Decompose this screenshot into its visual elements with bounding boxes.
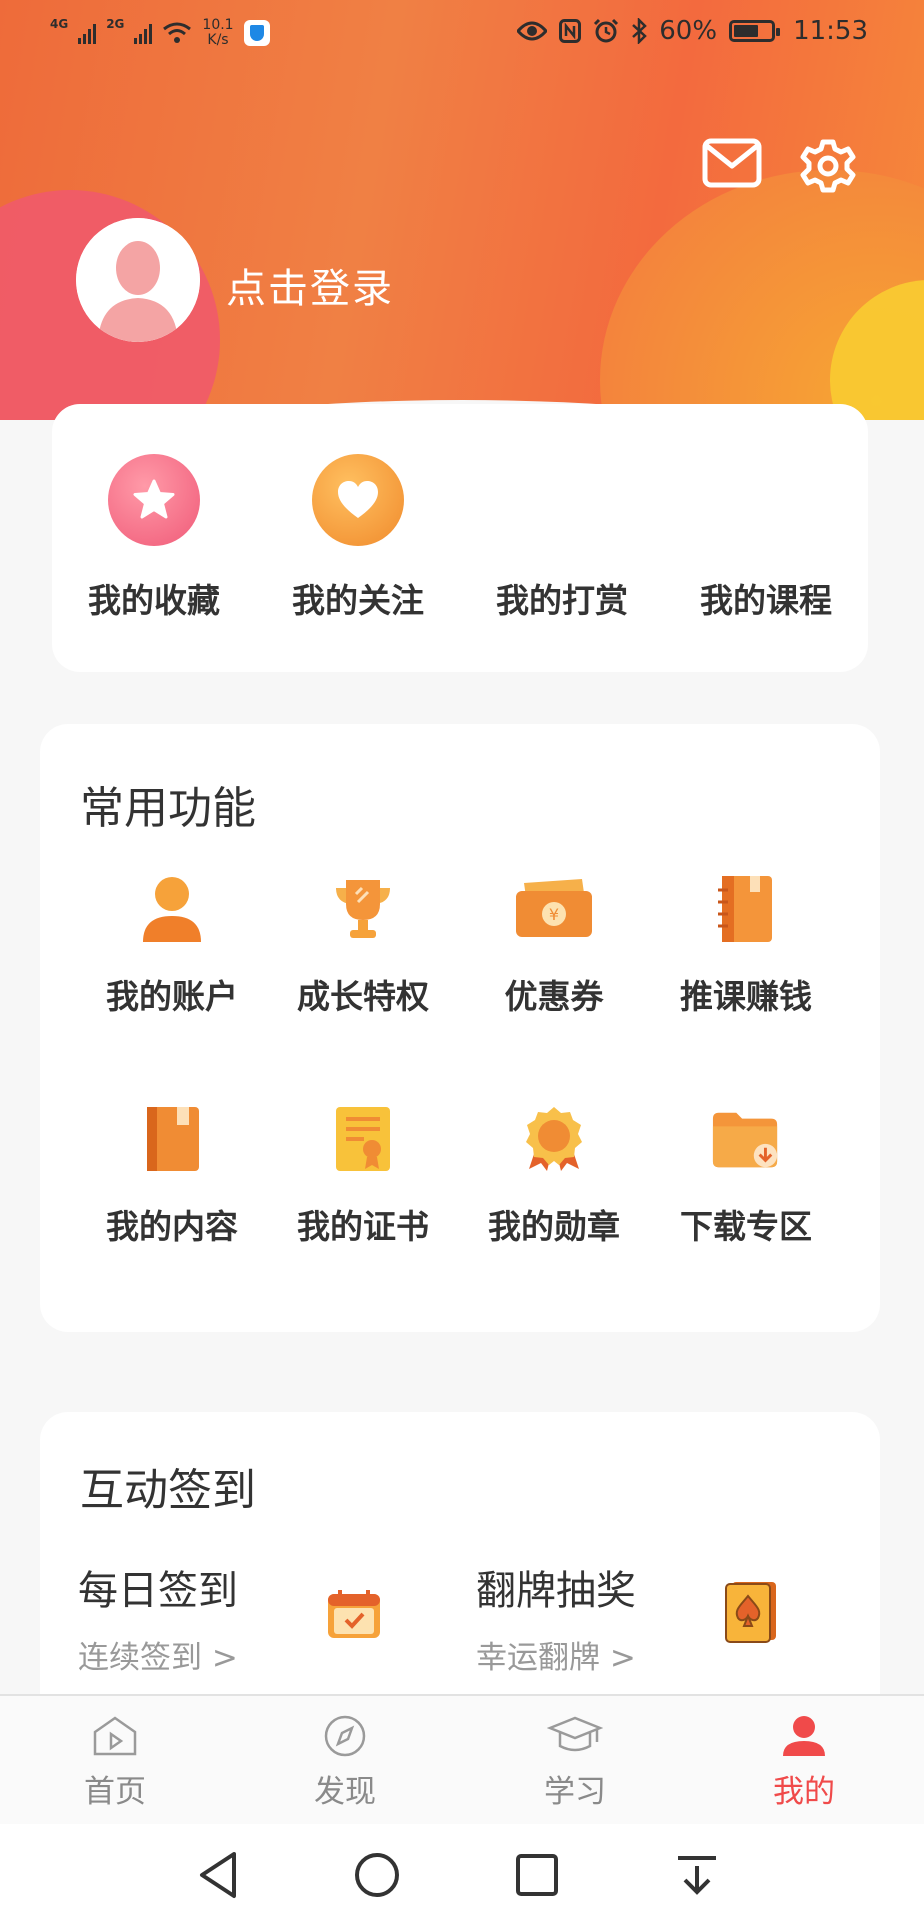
avatar[interactable] bbox=[76, 218, 200, 342]
signal-icon bbox=[78, 22, 97, 44]
network-type-1: 4G bbox=[50, 17, 69, 31]
nav-label: 首页 bbox=[84, 1774, 146, 1810]
section-title: 互动签到 bbox=[80, 1465, 256, 1516]
func-label: 优惠券 bbox=[504, 977, 604, 1016]
download-folder-icon bbox=[711, 1104, 781, 1174]
notification-pull-icon[interactable] bbox=[672, 1850, 722, 1900]
nav-home[interactable]: 首页 bbox=[55, 1714, 175, 1811]
medal-icon bbox=[519, 1104, 589, 1174]
func-promote-earn[interactable]: 推课赚钱 bbox=[651, 874, 841, 1018]
quick-label: 我的打赏 bbox=[496, 581, 628, 620]
func-growth[interactable]: 成长特权 bbox=[268, 874, 458, 1018]
section-title: 常用功能 bbox=[80, 783, 256, 834]
mail-icon[interactable] bbox=[702, 138, 762, 188]
nav-mine[interactable]: 我的 bbox=[744, 1714, 864, 1811]
flip-lottery-sub: 幸运翻牌 > bbox=[476, 1640, 636, 1676]
book-icon bbox=[137, 1104, 207, 1174]
nav-label: 我的 bbox=[773, 1774, 835, 1810]
quick-label: 我的课程 bbox=[700, 581, 832, 620]
alarm-icon bbox=[594, 18, 619, 43]
trophy-icon bbox=[328, 874, 398, 944]
func-certificates[interactable]: 我的证书 bbox=[268, 1104, 458, 1248]
home-circle-icon[interactable] bbox=[352, 1850, 402, 1900]
rewards-icon bbox=[516, 454, 608, 546]
bluetooth-icon bbox=[632, 18, 648, 44]
common-functions-card: 常用功能 我的账户 成长特权 ¥ 优惠券 推课赚钱 我的内容 我的证书 我的勋章… bbox=[40, 724, 880, 1332]
user-icon bbox=[137, 874, 207, 944]
wifi-icon bbox=[163, 22, 192, 43]
func-medals[interactable]: 我的勋章 bbox=[459, 1104, 649, 1248]
home-play-icon bbox=[93, 1716, 137, 1756]
func-label: 成长特权 bbox=[297, 977, 429, 1016]
status-bar: 4G 2G 10.1 K/s 60% 11:53 bbox=[0, 0, 924, 70]
quick-following[interactable]: 我的关注 bbox=[258, 404, 458, 622]
battery-icon bbox=[729, 20, 781, 42]
star-icon bbox=[108, 454, 200, 546]
clock: 11:53 bbox=[793, 16, 868, 46]
func-label: 我的勋章 bbox=[488, 1207, 620, 1246]
func-label: 我的证书 bbox=[297, 1207, 429, 1246]
login-link[interactable]: 点击登录 bbox=[226, 256, 394, 314]
quick-label: 我的收藏 bbox=[88, 581, 220, 620]
func-label: 下载专区 bbox=[680, 1207, 812, 1246]
flip-lottery-title: 翻牌抽奖 bbox=[476, 1568, 636, 1614]
nav-discover[interactable]: 发现 bbox=[285, 1714, 405, 1811]
quick-label: 我的关注 bbox=[292, 581, 424, 620]
func-label: 我的账户 bbox=[106, 977, 238, 1016]
nav-label: 学习 bbox=[544, 1774, 606, 1810]
system-nav-bar bbox=[0, 1824, 924, 1920]
func-downloads[interactable]: 下载专区 bbox=[651, 1104, 841, 1248]
func-label: 推课赚钱 bbox=[680, 977, 812, 1016]
nav-label: 发现 bbox=[314, 1774, 376, 1810]
func-my-account[interactable]: 我的账户 bbox=[77, 874, 267, 1018]
quick-links-card: 我的收藏 我的关注 我的打赏 我的课程 bbox=[52, 404, 868, 672]
bottom-nav: 首页 发现 学习 我的 bbox=[0, 1694, 924, 1824]
back-icon[interactable] bbox=[194, 1850, 244, 1900]
quick-favorites[interactable]: 我的收藏 bbox=[54, 404, 254, 622]
gear-icon[interactable] bbox=[800, 138, 856, 194]
quick-rewards[interactable]: 我的打赏 bbox=[462, 404, 662, 622]
playing-card-icon bbox=[725, 1582, 776, 1643]
heart-icon bbox=[312, 454, 404, 546]
func-coupons[interactable]: ¥ 优惠券 bbox=[459, 874, 649, 1018]
shield-icon bbox=[243, 20, 270, 46]
coupon-icon: ¥ bbox=[512, 874, 596, 944]
func-label: 我的内容 bbox=[106, 1207, 238, 1246]
notebook-icon bbox=[711, 874, 781, 944]
compass-icon bbox=[324, 1715, 366, 1757]
courses-icon bbox=[720, 454, 812, 546]
certificate-icon bbox=[328, 1104, 398, 1174]
battery-percent: 60% bbox=[659, 16, 718, 46]
interactive-signin-card: 互动签到 每日签到 连续签到 > 翻牌抽奖 幸运翻牌 > bbox=[40, 1412, 880, 1742]
network-speed: 10.1 K/s bbox=[202, 17, 234, 48]
eye-icon bbox=[517, 21, 548, 41]
graduation-cap-icon bbox=[546, 1716, 604, 1752]
profile-icon bbox=[783, 1716, 825, 1756]
quick-courses[interactable]: 我的课程 bbox=[666, 404, 866, 622]
recent-apps-icon[interactable] bbox=[512, 1850, 562, 1900]
func-my-content[interactable]: 我的内容 bbox=[77, 1104, 267, 1248]
signal-icon bbox=[134, 22, 153, 44]
daily-signin-title: 每日签到 bbox=[78, 1568, 238, 1614]
default-avatar-icon bbox=[76, 218, 200, 342]
nav-learn[interactable]: 学习 bbox=[515, 1714, 635, 1811]
daily-signin-sub: 连续签到 > bbox=[78, 1640, 238, 1676]
svg-text:¥: ¥ bbox=[549, 905, 559, 924]
calendar-check-icon bbox=[328, 1590, 380, 1638]
nfc-icon bbox=[559, 19, 582, 43]
network-type-2: 2G bbox=[106, 17, 125, 31]
